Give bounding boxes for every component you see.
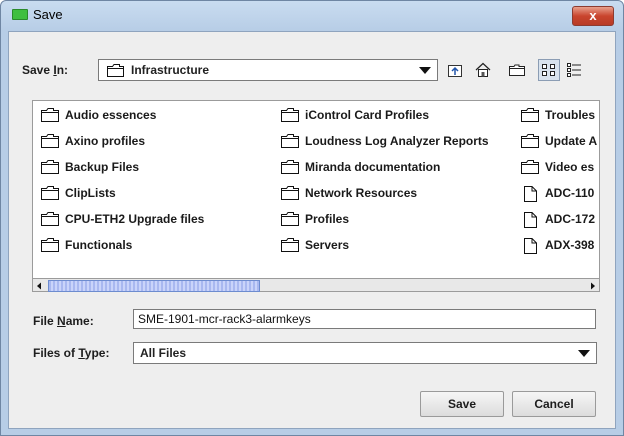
item-label: Troubles (545, 108, 596, 122)
item-label: Axino profiles (65, 134, 146, 148)
files-of-type-value: All Files (140, 346, 187, 360)
item-label: iControl Card Profiles (305, 108, 430, 122)
save-in-dropdown[interactable]: Infrastructure (98, 59, 438, 81)
folder-icon (521, 134, 539, 151)
horizontal-scrollbar[interactable] (32, 278, 600, 292)
file-icon (521, 212, 539, 231)
item-label: ADX-398 (545, 238, 595, 252)
folder-icon (41, 212, 59, 229)
folder-icon (41, 238, 59, 255)
item-label: CPU-ETH2 Upgrade files (65, 212, 205, 226)
item-label: Profiles (305, 212, 350, 226)
home-icon (475, 62, 491, 77)
new-folder-button[interactable] (506, 59, 528, 81)
arrow-left-icon (37, 282, 41, 290)
chevron-down-icon (419, 67, 431, 74)
file-name-label: File Name: (33, 314, 94, 328)
save-button[interactable]: Save (420, 391, 504, 417)
chevron-down-icon (578, 350, 590, 357)
app-icon (12, 9, 28, 20)
list-view-button[interactable] (538, 59, 560, 81)
item-label: Backup Files (65, 160, 140, 174)
item-label: ClipLists (65, 186, 116, 200)
file-name-input[interactable]: SME-1901-mcr-rack3-alarmkeys (133, 309, 596, 329)
item-label: Loudness Log Analyzer Reports (305, 134, 489, 148)
close-button[interactable]: x (572, 6, 614, 26)
item-label: Functionals (65, 238, 133, 252)
new-folder-icon (509, 64, 525, 76)
title-bar[interactable]: Save x (1, 1, 623, 29)
scroll-left-arrow[interactable] (33, 279, 46, 291)
files-of-type-dropdown[interactable]: All Files (133, 342, 597, 364)
item-label: Video es (545, 160, 595, 174)
folder-icon (41, 186, 59, 203)
folder-icon (281, 212, 299, 229)
scroll-thumb[interactable] (48, 280, 260, 292)
up-one-level-icon (448, 65, 462, 77)
file-icon (521, 238, 539, 257)
item-label: ADC-110 (545, 186, 595, 200)
file-list[interactable]: Audio essences Axino profiles Backup Files… (32, 100, 600, 290)
folder-icon (281, 160, 299, 177)
file-icon (521, 186, 539, 205)
item-label: Update A (545, 134, 598, 148)
home-button[interactable] (472, 59, 494, 81)
item-label: Servers (305, 238, 350, 252)
folder-icon (521, 160, 539, 177)
item-label: ADC-172 (545, 212, 596, 226)
item-label: Audio essences (65, 108, 157, 122)
folder-icon (107, 64, 124, 77)
up-one-level-button[interactable] (444, 59, 466, 81)
details-view-button[interactable] (563, 59, 585, 81)
item-label: Miranda documentation (305, 160, 441, 174)
folder-icon (281, 108, 299, 125)
folder-icon (281, 186, 299, 203)
list-view-icon (542, 64, 555, 76)
cancel-button[interactable]: Cancel (512, 391, 596, 417)
window-title: Save (33, 7, 63, 22)
folder-icon (41, 160, 59, 177)
dialog-body: Save In: Infrastructure Audio essences A… (8, 31, 616, 429)
folder-icon (281, 238, 299, 255)
save-in-label: Save In: (22, 63, 69, 77)
folder-icon (521, 108, 539, 125)
arrow-right-icon (591, 282, 595, 290)
scroll-right-arrow[interactable] (586, 279, 599, 291)
folder-icon (41, 108, 59, 125)
folder-icon (281, 134, 299, 151)
details-view-icon (567, 63, 581, 77)
files-of-type-label: Files of Type: (33, 346, 110, 360)
folder-icon (41, 134, 59, 151)
item-label: Network Resources (305, 186, 418, 200)
save-dialog-window: Save x Save In: Infrastructure Audio ess… (0, 0, 624, 436)
save-in-value: Infrastructure (131, 63, 210, 77)
